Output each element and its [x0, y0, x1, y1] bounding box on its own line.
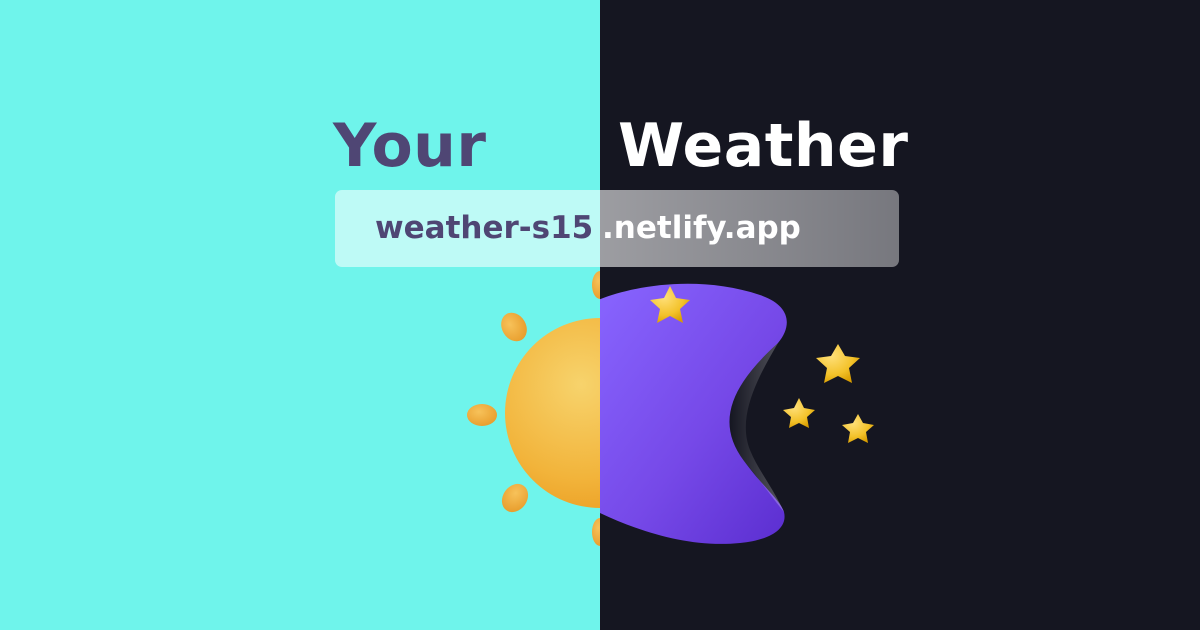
star-icon — [816, 344, 860, 383]
weather-illustration — [467, 271, 874, 546]
star-icon — [783, 398, 815, 428]
url-domain-right[interactable]: .netlify.app — [602, 209, 801, 247]
url-domain-left[interactable]: weather-s15 — [375, 209, 593, 247]
moon-icon — [600, 283, 787, 544]
social-preview-banner: Your Weather weather-s15 .netlify.app — [0, 0, 1200, 630]
title-word-your: Your — [333, 111, 487, 181]
title-word-weather: Weather — [618, 111, 909, 181]
star-icon — [842, 414, 874, 443]
